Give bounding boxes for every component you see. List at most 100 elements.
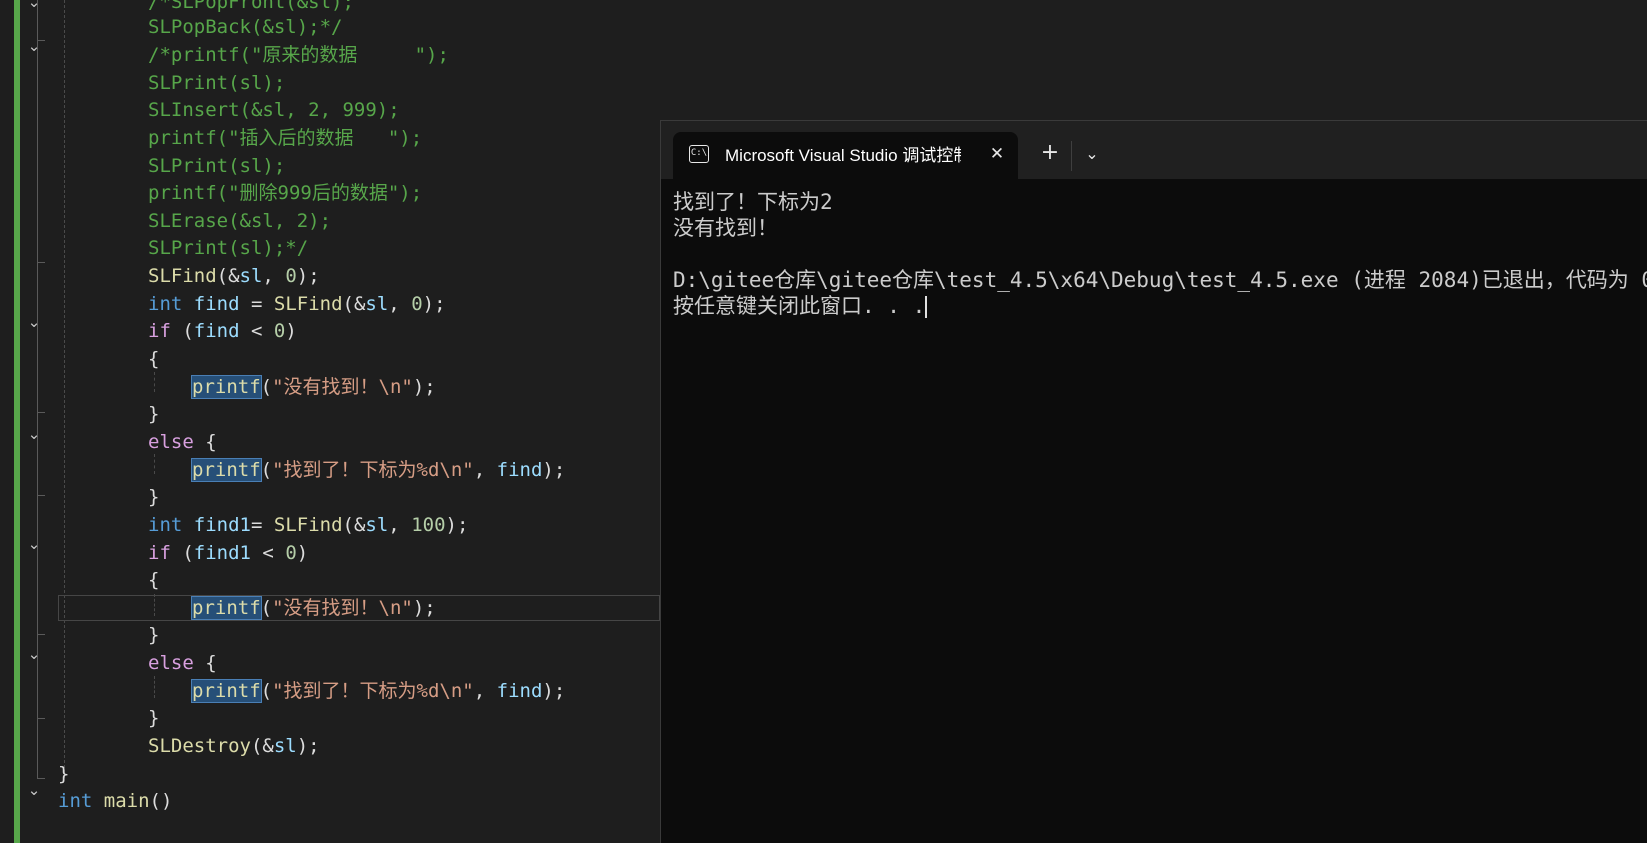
code-line[interactable]: else { <box>148 649 217 677</box>
code-token: int <box>148 293 183 315</box>
terminal-line: 没有找到！ <box>673 216 778 240</box>
terminal-output[interactable]: 找到了！下标为2 没有找到！ D:\gitee仓库\gitee仓库\test_4… <box>673 189 1647 319</box>
code-token: ); <box>412 376 436 398</box>
fold-end-tick <box>37 40 45 41</box>
code-token: } <box>58 763 70 785</box>
indent-guide <box>154 454 155 474</box>
fold-chevron-icon[interactable]: ⌄ <box>24 644 44 664</box>
fold-end-tick <box>37 778 45 779</box>
code-token: SLPrint(sl);*/ <box>148 237 309 259</box>
code-token: ); <box>296 265 320 287</box>
code-token: SLFind <box>273 293 343 315</box>
terminal-line: 找到了！下标为2 <box>673 190 833 214</box>
close-icon[interactable]: ✕ <box>985 142 1009 166</box>
code-line[interactable]: SLDestroy(&sl); <box>148 732 320 760</box>
code-line[interactable]: printf("找到了！下标为%d\n", find); <box>191 677 565 705</box>
code-token: , <box>262 265 286 287</box>
code-token: ( <box>260 459 273 481</box>
code-token: ( <box>260 376 273 398</box>
code-line[interactable]: printf("插入后的数据 "); <box>148 124 422 152</box>
fold-end-tick <box>37 718 45 719</box>
code-token: SLFind <box>148 265 217 287</box>
code-token: SLDestroy <box>148 735 251 757</box>
fold-chevron-icon[interactable]: ⌄ <box>24 780 44 800</box>
code-token: /*printf("原来的数据 "); <box>148 44 449 66</box>
code-token: 100 <box>411 514 446 536</box>
code-token: } <box>148 403 160 425</box>
text-cursor <box>925 296 928 318</box>
code-token: sl <box>365 514 389 536</box>
code-token: sl <box>365 293 389 315</box>
code-token: printf <box>191 458 262 482</box>
plus-icon[interactable]: + <box>1037 141 1063 167</box>
terminal-tab[interactable]: C:\ Microsoft Visual Studio 调试控制台 ✕ <box>673 132 1018 179</box>
code-token: ( <box>170 320 194 342</box>
code-token: find <box>193 293 240 315</box>
code-line[interactable]: printf("删除999后的数据"); <box>148 179 422 207</box>
code-token: , <box>473 680 497 702</box>
code-line[interactable]: SLInsert(&sl, 2, 999); <box>148 96 400 124</box>
code-line[interactable]: int main() <box>58 787 172 815</box>
code-token: int <box>148 514 183 536</box>
code-line[interactable]: int find = SLFind(&sl, 0); <box>148 290 446 318</box>
code-token: { <box>193 431 217 453</box>
fold-chevron-icon[interactable]: ⌄ <box>24 0 44 12</box>
chevron-down-icon[interactable]: ⌄ <box>1079 141 1105 167</box>
code-line[interactable]: } <box>148 483 159 511</box>
code-token: printf <box>191 596 262 620</box>
code-line[interactable]: /*printf("原来的数据 "); <box>148 41 449 69</box>
code-line[interactable]: int find1= SLFind(&sl, 100); <box>148 511 468 539</box>
code-token: SLPrint(sl); <box>148 72 286 94</box>
code-line[interactable]: if (find1 < 0) <box>148 539 308 567</box>
code-token: if <box>148 320 171 342</box>
code-token: (& <box>342 293 366 315</box>
code-line[interactable]: { <box>148 345 159 373</box>
code-line[interactable]: SLPrint(sl); <box>148 69 285 97</box>
code-line[interactable]: } <box>148 704 159 732</box>
code-token: find <box>496 459 543 481</box>
code-line[interactable]: SLErase(&sl, 2); <box>148 207 331 235</box>
terminal-line-prompt: 按任意键关闭此窗口. . . <box>673 293 1647 319</box>
fold-chevron-icon[interactable]: ⌄ <box>24 534 44 554</box>
fold-end-tick <box>37 262 45 263</box>
code-line[interactable]: SLPrint(sl);*/ <box>148 234 308 262</box>
code-token: } <box>148 707 160 729</box>
code-token: (& <box>250 735 274 757</box>
code-line[interactable]: { <box>148 566 159 594</box>
code-token: find1 <box>193 542 251 564</box>
code-token: } <box>148 486 160 508</box>
code-line[interactable]: if (find < 0) <box>148 317 297 345</box>
fold-chevron-icon[interactable]: ⌄ <box>24 424 44 444</box>
terminal-line: D:\gitee仓库\gitee仓库\test_4.5\x64\Debug\te… <box>673 268 1647 292</box>
code-line[interactable]: } <box>148 400 159 428</box>
code-token: = <box>239 293 274 315</box>
code-token: ( <box>260 597 273 619</box>
code-line[interactable]: } <box>148 621 159 649</box>
code-line[interactable]: printf("没有找到！\n"); <box>191 373 436 401</box>
code-line[interactable]: printf("没有找到！\n"); <box>191 594 436 622</box>
code-token: (& <box>342 514 366 536</box>
code-line[interactable]: SLPopBack(&sl);*/ <box>148 13 342 41</box>
terminal-tab-title: Microsoft Visual Studio 调试控制台 <box>725 146 961 165</box>
debug-console-window[interactable]: C:\ Microsoft Visual Studio 调试控制台 ✕ + ⌄ … <box>660 120 1647 843</box>
code-token: ( <box>170 542 194 564</box>
code-line[interactable]: else { <box>148 428 217 456</box>
code-token: SLPopBack(&sl);*/ <box>148 16 343 38</box>
code-line[interactable]: printf("找到了！下标为%d\n", find); <box>191 456 565 484</box>
code-token: "没有找到！\n" <box>272 376 413 398</box>
code-token: int <box>58 790 93 812</box>
code-token: ) <box>285 320 297 342</box>
code-line[interactable]: SLFind(&sl, 0); <box>148 262 320 290</box>
code-token: printf <box>191 375 262 399</box>
fold-end-tick <box>37 634 45 635</box>
code-token: , <box>473 459 497 481</box>
fold-chevron-icon[interactable]: ⌄ <box>24 36 44 56</box>
fold-chevron-icon[interactable]: ⌄ <box>24 312 44 332</box>
code-token: = <box>250 514 274 536</box>
code-line[interactable]: SLPrint(sl); <box>148 152 285 180</box>
code-line[interactable]: } <box>58 760 69 788</box>
fold-gutter: ⌄ ⌄ ⌄ ⌄ ⌄ ⌄ ⌄ <box>22 0 60 843</box>
